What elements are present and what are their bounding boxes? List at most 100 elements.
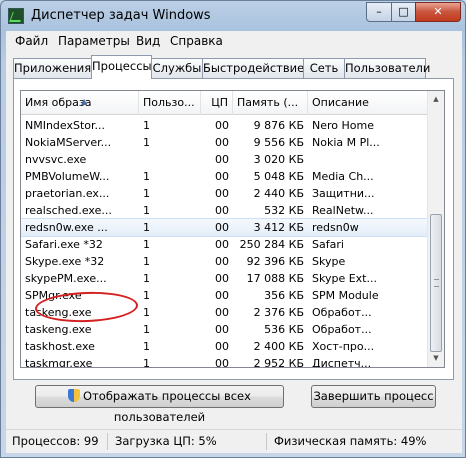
table-row[interactable]: PMBVolumeW... 1 00 5 048 КБ Media Ch... (21, 168, 429, 185)
table-cell: 536 КБ (264, 323, 304, 336)
table-cell: SPM Module (312, 289, 379, 302)
table-row[interactable]: Skype.exe *32 1 00 92 396 КБ Skype (21, 253, 429, 270)
title-bar[interactable]: Диспетчер задач Windows – □ ✕ (1, 1, 465, 31)
table-cell: 5 048 КБ (253, 170, 304, 183)
table-cell: 1 (143, 187, 150, 200)
table-cell: Хост-про... (312, 340, 375, 353)
status-bar: Процессов: 99 Загрузка ЦП: 5% Физическая… (6, 429, 462, 453)
status-processes: Процессов: 99 (12, 434, 99, 448)
table-cell: 00 (215, 289, 229, 302)
table-cell: 2 400 КБ (253, 340, 304, 353)
close-button[interactable]: ✕ (415, 2, 461, 22)
table-row[interactable]: Safari.exe *32 1 00 250 284 КБ Safari (21, 236, 429, 253)
table-row[interactable]: nvvsvc.exe 00 3 020 КБ (21, 151, 429, 168)
table-cell: 00 (215, 272, 229, 285)
status-cpu: Загрузка ЦП: 5% (115, 434, 217, 448)
table-cell: taskhost.exe (25, 340, 95, 353)
menu-help[interactable]: Справка (170, 34, 223, 48)
scroll-up-icon[interactable]: ▲ (428, 91, 444, 108)
table-cell: 00 (215, 238, 229, 251)
table-cell: praetorian.ex... (25, 187, 110, 200)
column-user[interactable]: Пользо... (139, 91, 201, 115)
scroll-thumb[interactable] (430, 214, 442, 352)
table-cell: NokiaMServer... (25, 136, 112, 149)
table-cell: 1 (143, 289, 150, 302)
table-cell: 00 (215, 306, 229, 319)
uac-shield-icon (68, 389, 81, 402)
vertical-scrollbar[interactable]: ▲ ▼ (427, 91, 444, 367)
scroll-down-icon[interactable]: ▼ (428, 350, 444, 367)
task-manager-icon (8, 8, 24, 24)
table-row[interactable]: taskeng.exe 1 00 536 КБ Обработ... (21, 321, 429, 338)
table-cell: redsn0w.exe ... (25, 221, 108, 234)
task-manager-window: Диспетчер задач Windows – □ ✕ Файл Парам… (0, 0, 466, 458)
table-cell: realsched.exe... (25, 204, 112, 217)
table-cell: RealNetw... (312, 204, 374, 217)
menu-view[interactable]: Вид (136, 34, 160, 48)
column-cpu[interactable]: ЦП (201, 91, 233, 115)
table-cell: 356 КБ (264, 289, 304, 302)
table-cell: NMIndexStor... (25, 119, 106, 132)
table-cell (308, 152, 429, 168)
table-cell: redsn0w (312, 221, 359, 234)
table-cell: 2 376 КБ (253, 306, 304, 319)
end-process-button[interactable]: Завершить процесс (311, 385, 436, 408)
column-image-name[interactable]: ▲ Имя образа (21, 91, 139, 115)
table-cell: 9 556 КБ (253, 136, 304, 149)
table-cell: 1 (143, 323, 150, 336)
menu-options[interactable]: Параметры (58, 34, 130, 48)
table-cell: 1 (143, 170, 150, 183)
table-row[interactable]: realsched.exe... 1 00 532 КБ RealNetw... (21, 202, 429, 219)
process-list[interactable]: ▲ Имя образа Пользо... ЦП Память (... Оп… (20, 90, 445, 368)
table-cell: 1 (143, 357, 150, 368)
tab-applications[interactable]: Приложения (13, 58, 92, 78)
column-description[interactable]: Описание (308, 91, 429, 115)
table-cell: 3 412 КБ (253, 221, 304, 234)
table-row[interactable]: redsn0w.exe ... 1 00 3 412 КБ redsn0w (21, 218, 430, 237)
table-cell: taskeng.exe (25, 323, 92, 336)
client-area: Приложения Процессы Службы Быстродействи… (6, 51, 462, 429)
table-row[interactable]: taskmgr.exe 1 00 2 952 КБ Диспетч... (21, 355, 429, 368)
table-cell: Обработ... (312, 306, 372, 319)
table-cell: 9 876 КБ (253, 119, 304, 132)
tab-performance[interactable]: Быстродействие (202, 58, 304, 78)
table-cell: 1 (143, 221, 150, 234)
table-cell: 00 (215, 204, 229, 217)
table-cell: 00 (215, 170, 229, 183)
list-header: ▲ Имя образа Пользо... ЦП Память (... Оп… (21, 91, 429, 115)
table-cell: Nero Home (312, 119, 374, 132)
table-row[interactable]: skypePM.exe... 1 00 17 088 КБ Skype Ext... (21, 270, 429, 287)
table-cell: Диспетч... (312, 357, 372, 368)
table-cell: 00 (215, 136, 229, 149)
menu-bar: Файл Параметры Вид Справка (6, 31, 462, 51)
table-row[interactable]: taskhost.exe 1 00 2 400 КБ Хост-про... (21, 338, 429, 355)
tab-services[interactable]: Службы (151, 58, 203, 78)
table-cell: Skype (312, 255, 346, 268)
processes-panel: ▲ Имя образа Пользо... ЦП Память (... Оп… (13, 78, 454, 380)
menu-file[interactable]: Файл (15, 34, 48, 48)
tab-processes[interactable]: Процессы (91, 55, 152, 79)
table-row[interactable]: NMIndexStor... 1 00 9 876 КБ Nero Home (21, 117, 429, 134)
table-row[interactable]: NokiaMServer... 1 00 9 556 КБ Nokia M Pl... (21, 134, 429, 151)
table-cell: 1 (143, 272, 150, 285)
grip-icon (434, 279, 439, 287)
table-cell: Media Ch... (312, 170, 374, 183)
minimize-button[interactable]: – (366, 2, 392, 22)
table-cell: nvvsvc.exe (25, 153, 87, 166)
table-cell: 00 (215, 119, 229, 132)
table-cell: 1 (143, 340, 150, 353)
table-cell: 1 (143, 306, 150, 319)
table-cell: 17 088 КБ (246, 272, 304, 285)
table-cell: 00 (215, 187, 229, 200)
status-separator (266, 433, 267, 450)
show-all-processes-button[interactable]: Отображать процессы всех пользователей (35, 385, 284, 424)
table-cell: 3 020 КБ (253, 153, 304, 166)
table-cell: 1 (143, 119, 150, 132)
tab-network[interactable]: Сеть (303, 58, 345, 78)
table-cell: Защитни... (312, 187, 375, 200)
table-row[interactable]: praetorian.ex... 1 00 2 440 КБ Защитни... (21, 185, 429, 202)
column-memory[interactable]: Память (... (233, 91, 308, 115)
maximize-button[interactable]: □ (391, 2, 416, 22)
table-cell: 1 (143, 238, 150, 251)
tab-users[interactable]: Пользователи (344, 58, 430, 78)
